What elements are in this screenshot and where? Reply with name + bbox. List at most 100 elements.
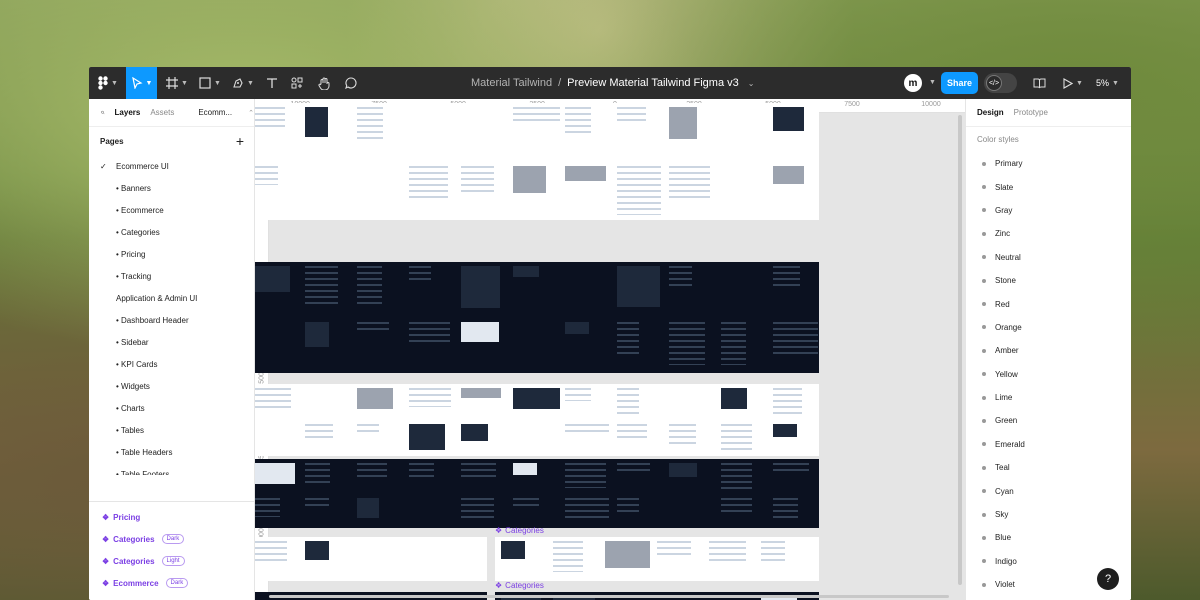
design-thumbnail[interactable] [617,107,646,123]
design-thumbnail[interactable] [721,424,752,451]
frame-layer-item[interactable]: ❖ Categories Light [102,551,185,571]
design-thumbnail[interactable] [305,497,329,508]
design-thumbnail[interactable] [657,541,691,557]
design-thumbnail[interactable] [513,266,539,277]
present-button[interactable]: ▼ [1059,67,1087,99]
design-thumbnail[interactable] [461,321,499,342]
help-button[interactable]: ? [1097,568,1119,590]
design-thumbnail[interactable] [669,107,697,139]
frame-label[interactable]: ❖ Categories [495,526,544,535]
design-thumbnail[interactable] [357,463,387,478]
page-item[interactable]: • Dashboard Header [89,309,254,331]
design-thumbnail[interactable] [409,165,448,202]
frame-dark[interactable] [255,262,819,373]
frame-tool-button[interactable]: ▼ [163,67,191,99]
design-thumbnail[interactable] [617,424,647,438]
color-style-item[interactable]: Sky [966,503,1131,526]
color-style-item[interactable]: Stone [966,269,1131,292]
page-item[interactable]: • Widgets [89,375,254,397]
design-thumbnail[interactable] [721,321,746,365]
design-thumbnail[interactable] [513,463,537,475]
design-thumbnail[interactable] [305,541,329,560]
color-style-item[interactable]: Gray [966,199,1131,222]
design-thumbnail[interactable] [305,321,329,347]
design-thumbnail[interactable] [617,165,661,215]
project-name[interactable]: Material Tailwind [471,77,552,89]
design-thumbnail[interactable] [669,266,692,286]
design-thumbnail[interactable] [669,463,697,477]
design-thumbnail[interactable] [409,266,431,281]
color-style-item[interactable]: Yellow [966,363,1131,386]
zoom-control[interactable]: 5% ▼ [1096,67,1119,99]
dev-mode-toggle[interactable]: </> [984,73,1017,93]
frame-label[interactable]: ❖ Categories [495,581,544,590]
design-thumbnail[interactable] [357,388,393,409]
design-thumbnail[interactable] [461,165,494,196]
chevron-up-icon[interactable]: ⌃ [248,109,254,117]
frame-layer-item[interactable]: ❖ Pricing [102,507,140,527]
color-style-item[interactable]: Emerald [966,433,1131,456]
library-button[interactable] [1029,67,1049,99]
frame-light[interactable] [255,384,819,456]
design-thumbnail[interactable] [255,165,278,185]
design-thumbnail[interactable] [617,388,639,415]
chevron-down-icon[interactable]: ▼ [929,79,936,86]
chevron-down-icon[interactable]: ⌄ [748,79,755,88]
design-thumbnail[interactable] [761,541,785,563]
search-icon[interactable] [101,108,105,117]
resources-button[interactable] [286,67,308,99]
design-thumbnail[interactable] [773,107,804,131]
design-thumbnail[interactable] [565,463,606,488]
design-thumbnail[interactable] [709,541,746,562]
design-thumbnail[interactable] [721,497,752,512]
design-thumbnail[interactable] [255,107,285,128]
color-style-item[interactable]: Cyan [966,479,1131,502]
design-thumbnail[interactable] [565,321,589,334]
design-thumbnail[interactable] [461,388,501,398]
color-style-item[interactable]: Orange [966,316,1131,339]
page-item[interactable]: Application & Admin UI [89,287,254,309]
design-thumbnail[interactable] [773,497,798,519]
page-item[interactable]: • Tables [89,419,254,441]
color-style-item[interactable]: Blue [966,526,1131,549]
design-thumbnail[interactable] [565,497,609,520]
design-thumbnail[interactable] [669,165,710,201]
page-item[interactable]: • Tracking [89,265,254,287]
design-thumbnail[interactable] [305,463,330,484]
share-button[interactable]: Share [941,72,978,94]
frame-light[interactable] [495,537,819,581]
design-thumbnail[interactable] [721,463,752,489]
design-thumbnail[interactable] [773,266,800,287]
frame-light[interactable] [255,103,819,220]
design-thumbnail[interactable] [305,424,333,441]
page-item[interactable]: • Categories [89,221,254,243]
design-thumbnail[interactable] [513,107,560,121]
design-thumbnail[interactable] [409,388,451,407]
design-thumbnail[interactable] [605,541,650,568]
design-thumbnail[interactable] [617,463,650,474]
design-thumbnail[interactable] [513,165,546,193]
move-tool-button[interactable]: ▼ [126,67,157,99]
design-thumbnail[interactable] [357,266,382,305]
design-thumbnail[interactable] [255,266,290,292]
file-name[interactable]: Preview Material Tailwind Figma v3 [567,77,739,89]
design-thumbnail[interactable] [617,266,660,307]
color-style-item[interactable]: Lime [966,386,1131,409]
design-thumbnail[interactable] [255,388,291,412]
current-page-selector[interactable]: Ecomm... [198,108,232,117]
color-style-item[interactable]: Zinc [966,222,1131,245]
design-thumbnail[interactable] [305,266,338,308]
color-style-item[interactable]: Slate [966,175,1131,198]
tab-design[interactable]: Design [977,108,1004,117]
design-thumbnail[interactable] [461,424,488,441]
frame-layer-item[interactable]: ❖ Categories Dark [102,529,185,549]
color-style-item[interactable]: Green [966,409,1131,432]
vertical-scrollbar[interactable] [958,115,962,585]
design-thumbnail[interactable] [773,388,802,414]
tab-layers[interactable]: Layers [115,108,141,117]
page-item[interactable]: • Sidebar [89,331,254,353]
design-thumbnail[interactable] [255,541,287,564]
design-thumbnail[interactable] [501,541,525,559]
horizontal-scrollbar[interactable] [269,595,949,598]
comment-tool-button[interactable] [340,67,362,99]
